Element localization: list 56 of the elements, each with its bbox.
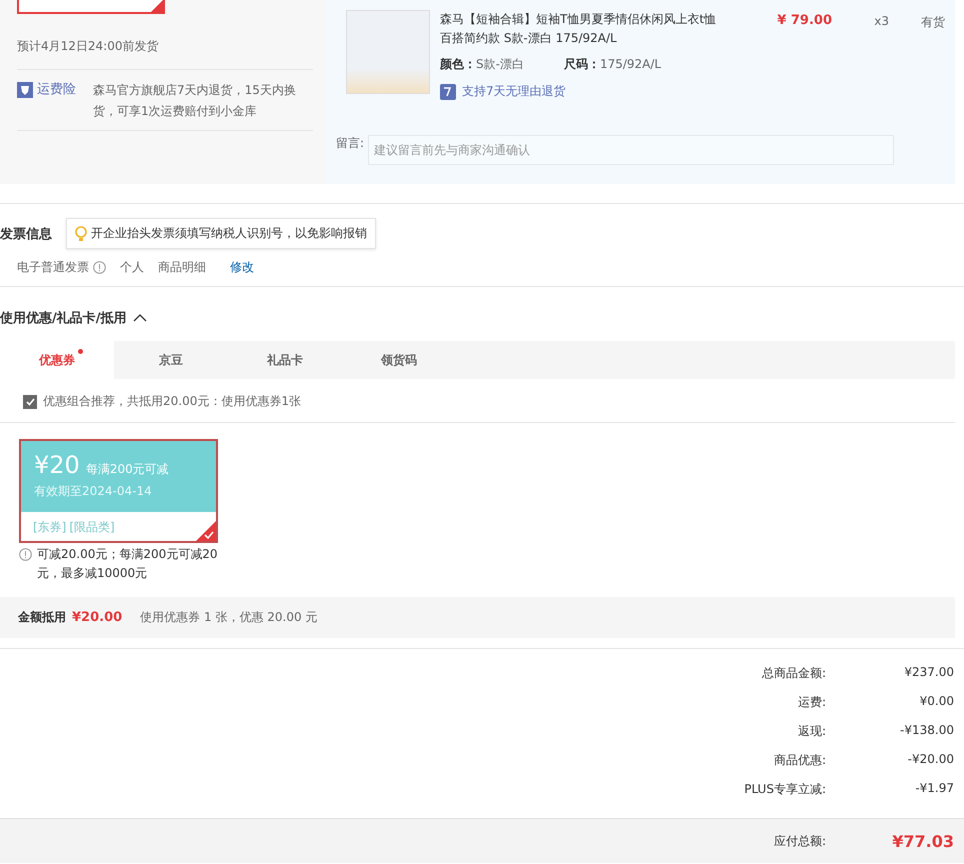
summary-label: 金额抵用: [18, 609, 66, 626]
shield-icon: [17, 82, 33, 98]
caret-icon[interactable]: [132, 313, 146, 323]
coupon-tag: [东券]: [33, 520, 66, 534]
discount-tab[interactable]: 京豆: [114, 341, 228, 379]
total-label: 总商品金额:: [760, 665, 826, 682]
insurance-label: 运费险: [37, 81, 76, 98]
info-icon[interactable]: [93, 261, 106, 274]
delivery-estimate: 预计4月12日24:00前发货: [17, 38, 313, 70]
total-value: -¥1.97: [914, 781, 954, 797]
check-corner-icon: [196, 521, 216, 541]
check-corner-icon: [151, 0, 163, 12]
product-quantity: x3: [873, 13, 889, 30]
insurance-text: 森马官方旗舰店7天内退货，15天内换货，可享1次运费赔付到小金库: [93, 82, 297, 120]
return-policy: 支持7天无理由退货: [462, 83, 566, 100]
edit-link[interactable]: 修改: [230, 259, 254, 276]
total-label: 商品优惠:: [772, 752, 826, 769]
total-value: ¥0.00: [918, 694, 954, 710]
summary-amount: ¥20.00: [72, 610, 122, 625]
discount-tab[interactable]: 领货码: [342, 341, 456, 379]
discount-title[interactable]: 使用优惠/礼品卡/抵用: [0, 309, 126, 327]
payable-label: 应付总额:: [772, 832, 826, 850]
coupon-amount: ¥20: [34, 451, 80, 479]
note-field[interactable]: 建议留言前先与商家沟通确认: [368, 135, 894, 165]
discount-tab[interactable]: 优惠券: [0, 341, 114, 379]
invoice-holder: 个人: [120, 259, 144, 276]
product-title[interactable]: 森马【短袖合辑】短袖T恤男夏季情侣休闲风上衣t恤百搭简约款 S款-漂白 175/92A/L: [440, 10, 720, 48]
payable-amount: ¥77.03: [891, 832, 954, 850]
recommend-checkbox[interactable]: [23, 394, 37, 408]
return-badge-icon: [440, 84, 456, 100]
recommend-text: 优惠组合推荐，共抵用20.00元：使用优惠券1张: [43, 393, 301, 410]
shipping-option-card[interactable]: [17, 0, 165, 14]
coupon-validity: 有效期至2024-04-14: [34, 483, 153, 500]
invoice-title: 发票信息: [0, 226, 52, 242]
product-price: ¥ 79.00: [776, 12, 832, 30]
invoice-type: 电子普通发票: [17, 259, 89, 276]
total-label: 返现:: [796, 723, 826, 740]
stock-status: 有货: [920, 14, 945, 31]
total-value: ¥237.00: [903, 665, 954, 681]
invoice-content: 商品明细: [158, 259, 206, 276]
summary-text: 使用优惠券 1 张，优惠 20.00 元: [140, 609, 318, 626]
invoice-tip-text: 开企业抬头发票须填写纳税人识别号，以免影响报销: [91, 225, 367, 242]
note-label: 留言:: [336, 135, 364, 152]
coupon-note: 可减20.00元；每满200元可减20元，最多减10000元: [37, 546, 219, 582]
total-label: 运费:: [796, 694, 826, 711]
total-value: -¥20.00: [906, 752, 954, 768]
lightbulb-icon: [75, 226, 87, 242]
color-attribute: 颜色：S款-漂白: [440, 56, 524, 73]
size-attribute: 尺码：175/92A/L: [564, 56, 662, 73]
coupon-tag: [限品类]: [69, 520, 115, 534]
total-label: PLUS专享立减:: [743, 781, 826, 798]
coupon-condition: 每满200元可减: [86, 462, 169, 476]
total-value: -¥138.00: [899, 723, 954, 739]
discount-tab[interactable]: 礼品卡: [228, 341, 342, 379]
info-icon: [19, 548, 32, 561]
checkmark-icon: [26, 398, 34, 406]
